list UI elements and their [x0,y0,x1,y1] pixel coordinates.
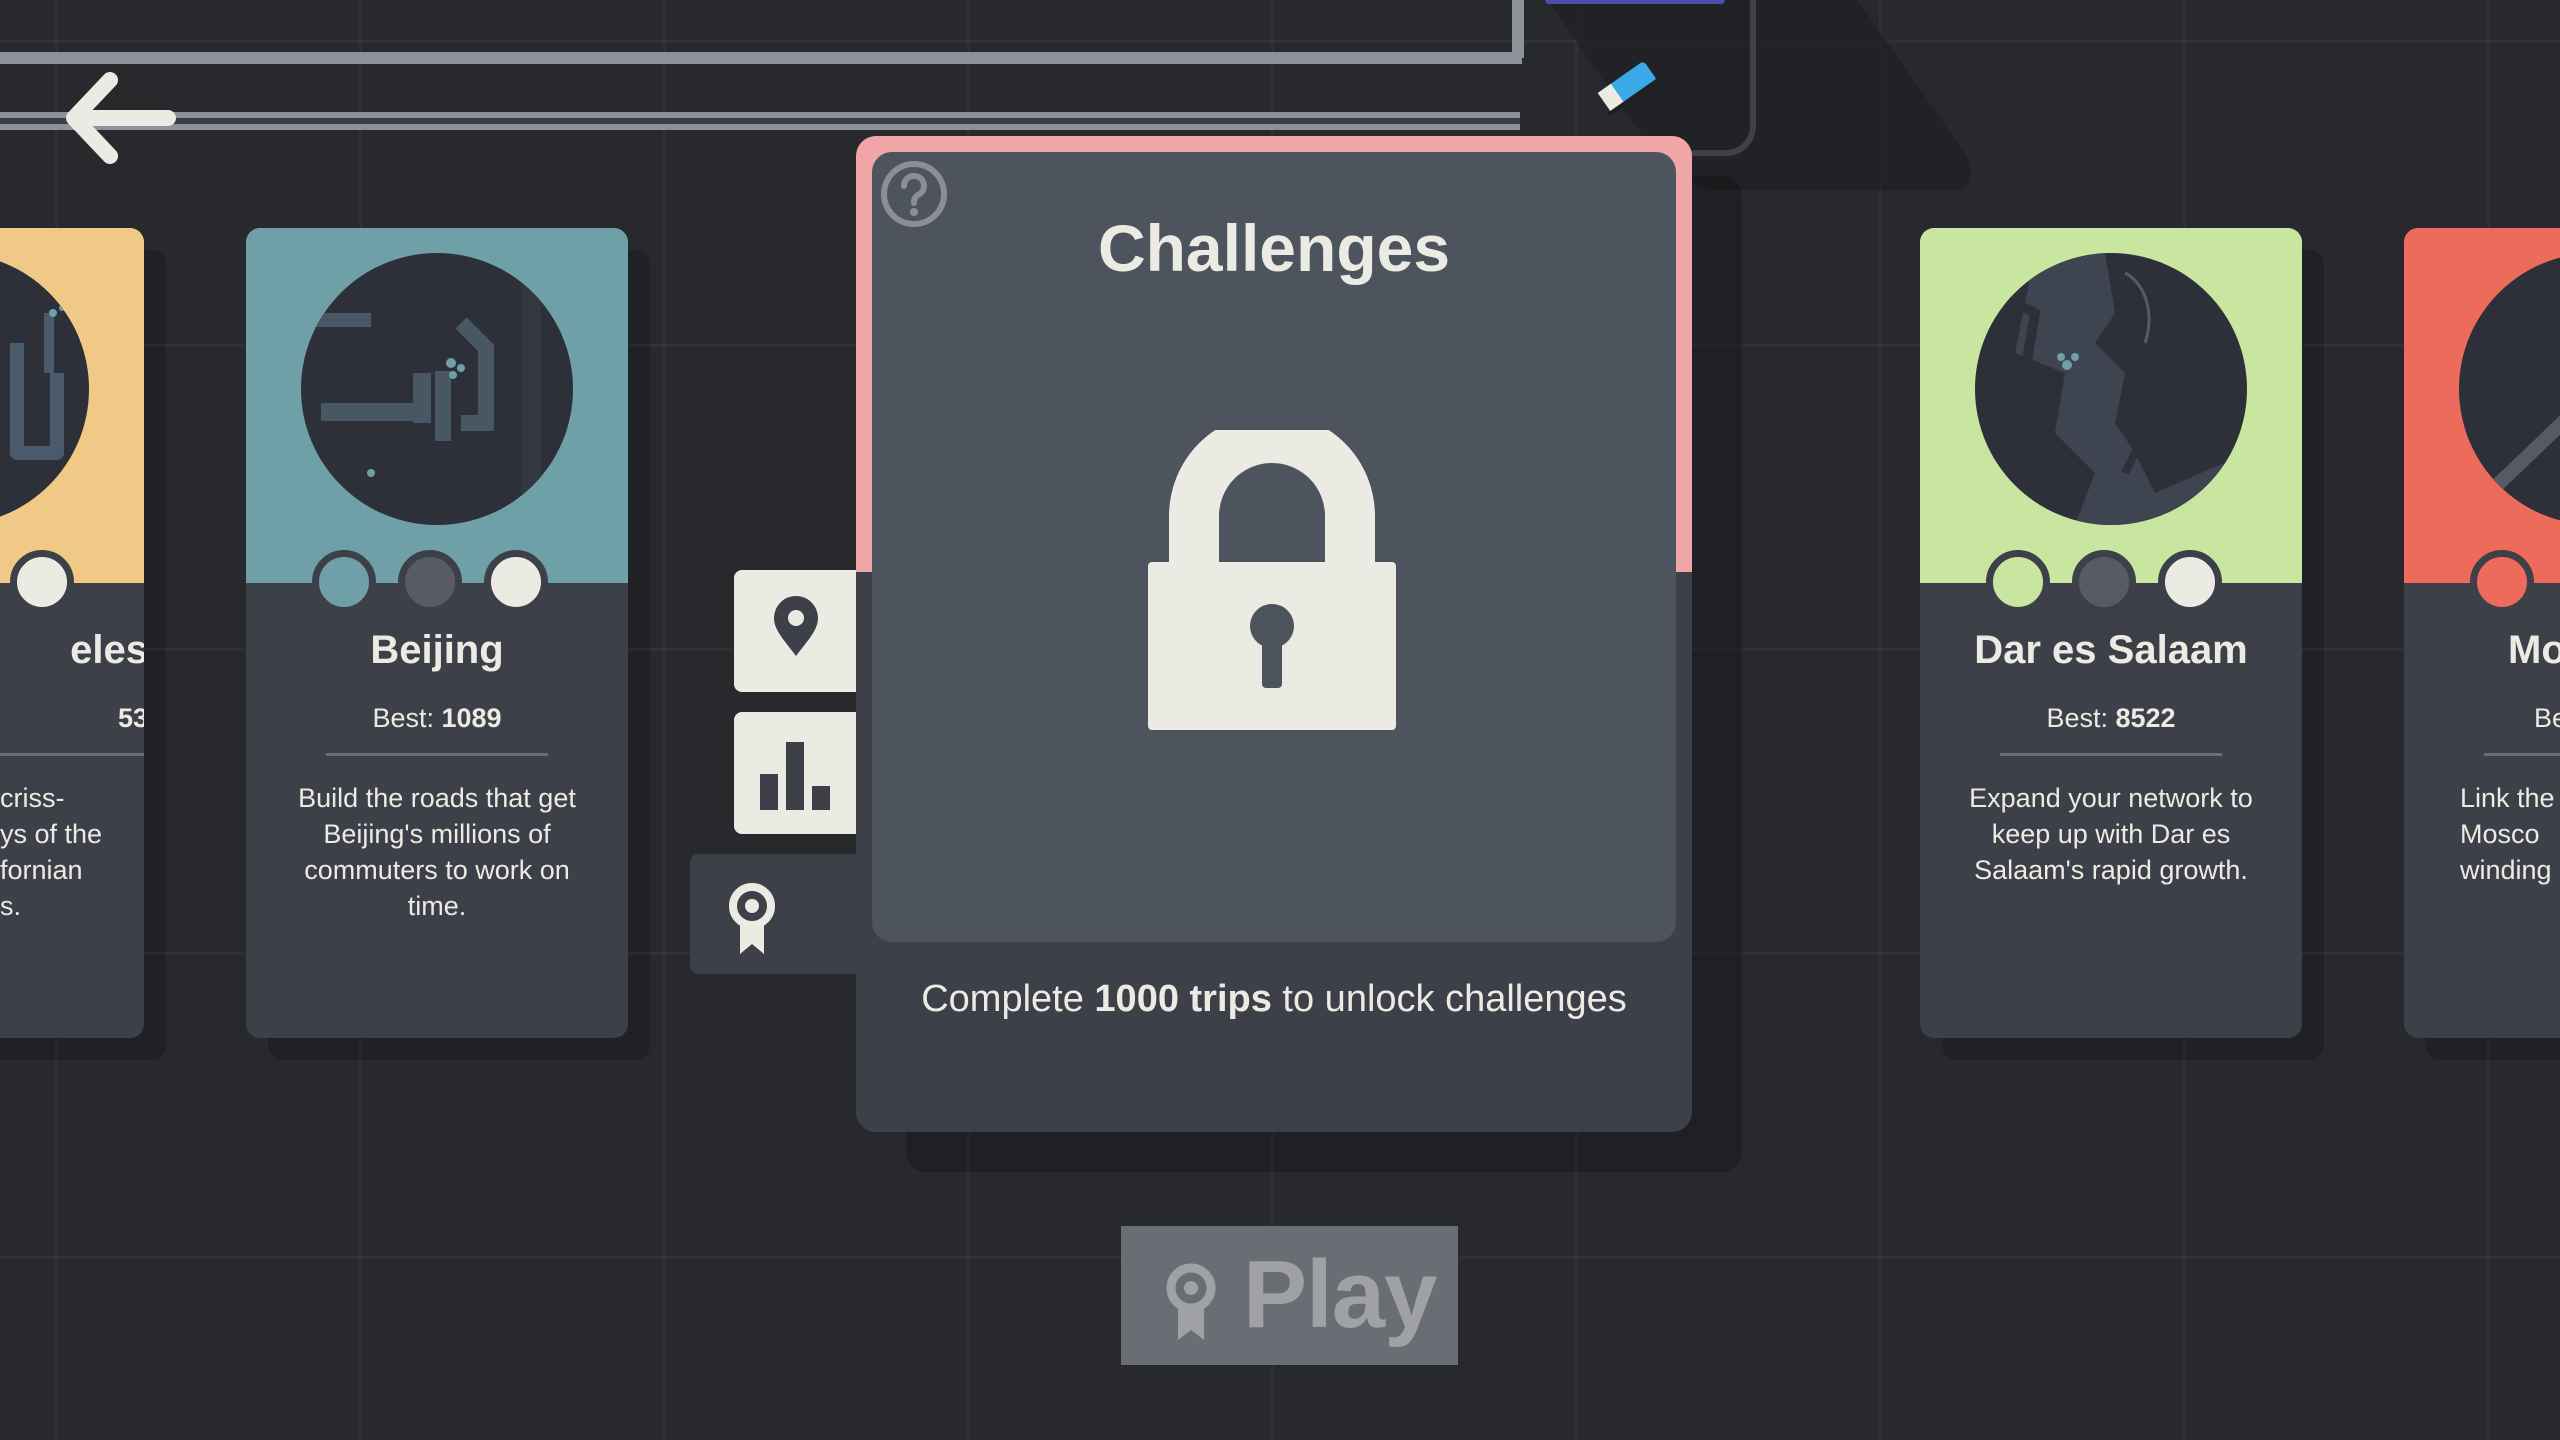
rating-dot [2072,550,2136,614]
divider [2484,753,2560,756]
bar-chart-icon [760,742,830,810]
city-best-score: Best: 1089 [372,703,502,733]
city-card-dar-es-salaam[interactable]: Dar es Salaam Best: 8522 Expand your net… [1920,228,2302,1038]
rating-dot [398,550,462,614]
divider [0,753,144,756]
city-best-score: Best: 8522 [2046,703,2176,733]
city-description: Link the Mosco winding [2460,783,2555,885]
city-name: Dar es Salaam [1974,628,2248,672]
pen-icon [1597,62,1662,118]
rating-dot [10,550,74,614]
back-arrow-icon [66,72,176,164]
city-map-thumbnail [1975,253,2247,525]
level-select-screen: eles 53 criss- ys of the fornian s. Beij… [0,0,2560,1440]
unlock-message: Complete 1000 trips to unlock challenges [921,978,1627,1020]
tab-stats[interactable] [734,712,858,834]
city-name: eles [70,628,144,672]
challenges-content: Challenges [872,152,1676,942]
blue-road-segment [1545,0,1725,4]
road-lower [0,112,1520,130]
city-description: Build the roads that get Beijing's milli… [298,783,576,921]
challenges-title: Challenges [1097,211,1451,285]
play-button[interactable]: Play [1121,1226,1458,1365]
rating-dot [312,550,376,614]
city-card-right-partial[interactable]: Mo Be Link the Mosco winding [2404,228,2560,1038]
city-name: Beijing [370,628,504,672]
rating-dot [2158,550,2222,614]
divider [326,753,548,756]
padlock-icon [1148,430,1396,730]
city-card-left-partial[interactable]: eles 53 criss- ys of the fornian s. [0,228,144,1038]
road-upper [0,52,1522,64]
rating-dot [1986,550,2050,614]
play-button-label: Play [1243,1241,1437,1348]
city-map-thumbnail [301,253,573,525]
challenges-panel: Challenges Complete 1000 trips to unlock… [856,136,1692,1132]
rating-dot [2470,550,2534,614]
city-best-score: Be [2534,703,2560,733]
tab-challenges[interactable] [690,854,858,974]
divider [2000,753,2222,756]
city-card-beijing[interactable]: Beijing Best: 1089 Build the roads that … [246,228,628,1038]
pen-button[interactable] [1585,55,1675,118]
city-name: Mo [2508,628,2560,672]
city-description: Expand your network to keep up with Dar … [1969,783,2253,885]
back-button[interactable] [66,72,176,164]
city-best-score: 53 [117,703,144,733]
city-description: criss- ys of the fornian s. [0,783,103,921]
award-ribbon-icon [1166,1263,1216,1340]
award-ribbon-icon [729,883,775,954]
rating-dot [484,550,548,614]
tab-map[interactable] [734,570,858,692]
map-pin-icon [774,596,818,656]
